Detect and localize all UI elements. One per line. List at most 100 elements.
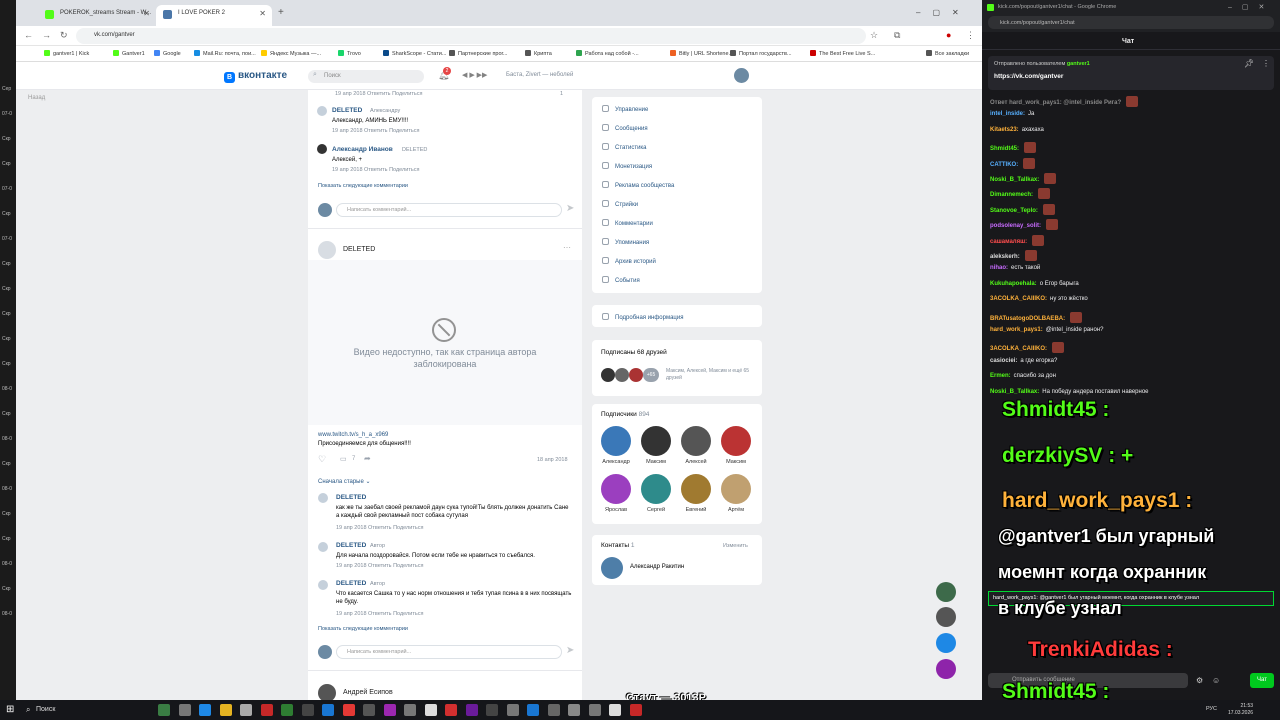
taskbar-app-icon[interactable]: [506, 704, 519, 716]
chat-username[interactable]: Noski_B_Tallkax:: [990, 389, 1039, 395]
windows-start-icon[interactable]: ⊞: [6, 704, 17, 715]
taskbar-app-icon[interactable]: [240, 704, 252, 716]
bookmark-item[interactable]: Крипта: [525, 50, 552, 57]
taskbar-app-icon[interactable]: [322, 704, 334, 716]
pinned-user[interactable]: gantver1: [1067, 61, 1090, 67]
menu-item[interactable]: Стрийки: [602, 200, 638, 208]
menu-item[interactable]: Управление: [602, 105, 648, 113]
comment-author[interactable]: DELETED: [336, 494, 366, 501]
taskbar-app-icon[interactable]: [629, 704, 642, 716]
follower-name[interactable]: Алексей: [674, 459, 718, 465]
chat-username[interactable]: intel_inside:: [990, 111, 1025, 117]
app-bubble-icon[interactable]: [936, 633, 956, 653]
menu-item[interactable]: События: [602, 276, 640, 284]
follower-avatar[interactable]: [601, 474, 631, 504]
menu-item[interactable]: Сообщения: [602, 124, 648, 132]
desktop-file-label[interactable]: Скр: [2, 161, 11, 167]
player-controls[interactable]: ◀ ▶ ▶▶: [462, 71, 487, 79]
bookmark-item[interactable]: gantver1 | Kick: [44, 50, 89, 57]
follower-name[interactable]: Александр: [594, 459, 638, 465]
url-bar[interactable]: vk.com/gantver: [76, 28, 866, 44]
chat-username[interactable]: Ermen:: [990, 373, 1011, 379]
window-controls[interactable]: –▢✕: [1228, 3, 1274, 11]
follower-avatar[interactable]: [641, 426, 671, 456]
desktop-file-label[interactable]: Скр: [2, 311, 11, 317]
desktop-file-label[interactable]: Скр: [2, 536, 11, 542]
emoji-icon[interactable]: ☺: [1212, 676, 1220, 685]
new-tab-button[interactable]: +: [278, 7, 284, 18]
chat-username[interactable]: CATTIKO:: [990, 162, 1018, 168]
desktop-file-label[interactable]: Скр: [2, 411, 11, 417]
extensions-icon[interactable]: ⧉: [894, 30, 900, 41]
follower-name[interactable]: Максим: [634, 459, 678, 465]
comment-icon[interactable]: ▭: [340, 455, 347, 463]
follower-name[interactable]: Ярослав: [594, 507, 638, 513]
show-more-comments[interactable]: Показать следующие комментарии: [318, 183, 408, 189]
contact-name[interactable]: Александр Ракитин: [630, 564, 684, 570]
reload-icon[interactable]: ↻: [60, 30, 68, 41]
follower-name[interactable]: Максим: [714, 459, 758, 465]
taskbar-app-icon[interactable]: [445, 704, 457, 716]
chat-username[interactable]: casiociei:: [990, 358, 1017, 364]
follower-name[interactable]: Евгений: [674, 507, 718, 513]
send-icon[interactable]: ➤: [566, 203, 574, 214]
taskbar-app-icon[interactable]: [342, 704, 355, 716]
taskbar-app-icon[interactable]: [260, 704, 273, 716]
taskbar-search[interactable]: Поиск: [22, 703, 134, 717]
menu-icon[interactable]: ⋮: [966, 30, 975, 41]
taskbar-app-icon[interactable]: [547, 704, 560, 716]
send-icon[interactable]: ➤: [566, 645, 574, 656]
close-tab-icon[interactable]: ✕: [259, 9, 266, 18]
desktop-file-label[interactable]: 07-0: [2, 186, 12, 192]
chat-username[interactable]: Kitaets23:: [990, 127, 1019, 133]
taskbar-app-icon[interactable]: [568, 704, 580, 716]
desktop-file-label[interactable]: Скр: [2, 461, 11, 467]
desktop-file-label[interactable]: Скр: [2, 336, 11, 342]
taskbar-app-icon[interactable]: [363, 704, 375, 716]
post-link[interactable]: www.twitch.tv/s_h_a_x969: [318, 432, 388, 438]
taskbar-app-icon[interactable]: [609, 704, 621, 716]
sort-dropdown[interactable]: Сначала старые ⌄: [318, 478, 371, 485]
bookmark-item[interactable]: Mail.Ru: почта, пои...: [194, 50, 256, 57]
menu-item[interactable]: Монетизация: [602, 162, 652, 170]
followers-title[interactable]: Подписчики 894: [601, 411, 649, 418]
comment-author[interactable]: DELETED: [336, 542, 366, 549]
tab-vk[interactable]: I LOVE POKER 2 ✕: [156, 5, 272, 26]
chat-username[interactable]: podsolenay_solit:: [990, 223, 1041, 229]
more-info-link[interactable]: Подробная информация: [602, 313, 683, 321]
follower-avatar[interactable]: [641, 474, 671, 504]
friends-title[interactable]: Подписаны 68 друзей: [601, 349, 667, 356]
settings-icon[interactable]: ⚙: [1196, 676, 1203, 685]
taskbar-app-icon[interactable]: [199, 704, 211, 716]
bookmark-item[interactable]: Все закладки: [926, 50, 969, 57]
taskbar-app-icon[interactable]: [219, 704, 232, 716]
language-indicator[interactable]: РУС: [1206, 706, 1217, 712]
menu-item[interactable]: Упоминания: [602, 238, 649, 246]
tab-kick-stream[interactable]: POKEROK_streams Stream - W... ✕: [38, 5, 156, 26]
desktop-file-label[interactable]: 08-0: [2, 386, 12, 392]
bookmark-item[interactable]: Gantver1: [113, 50, 145, 57]
chat-username[interactable]: Shmidt45:: [990, 146, 1019, 152]
bookmark-item[interactable]: Портал государств...: [730, 50, 792, 57]
comment-input[interactable]: Написать комментарий...: [336, 203, 562, 217]
menu-item[interactable]: Реклама сообщества: [602, 181, 674, 189]
bookmark-item[interactable]: Работа над собой -...: [576, 50, 639, 57]
follower-avatar[interactable]: [601, 426, 631, 456]
desktop-file-label[interactable]: Скр: [2, 286, 11, 292]
taskbar-app-icon[interactable]: [178, 704, 191, 716]
bookmark-item[interactable]: Trovo: [338, 50, 361, 57]
chat-username[interactable]: Stanovoe_Teplo:: [990, 208, 1038, 214]
taskbar-app-icon[interactable]: [281, 704, 293, 716]
menu-item[interactable]: Комментарии: [602, 219, 653, 227]
comment-author[interactable]: DELETED: [332, 107, 362, 114]
follower-avatar[interactable]: [721, 474, 751, 504]
chat-username[interactable]: alekskerh:: [990, 254, 1020, 260]
clock[interactable]: 21:53 17.03.2026: [1228, 703, 1253, 717]
desktop-file-label[interactable]: Скр: [2, 211, 11, 217]
pinned-link[interactable]: https://vk.com/gantver: [994, 73, 1063, 80]
taskbar-app-icon[interactable]: [383, 704, 396, 716]
chat-username[interactable]: hard_work_pays1:: [990, 327, 1043, 333]
share-icon[interactable]: ➦: [364, 454, 371, 463]
desktop-file-label[interactable]: 08-0: [2, 611, 12, 617]
desktop-file-label[interactable]: Скр: [2, 511, 11, 517]
